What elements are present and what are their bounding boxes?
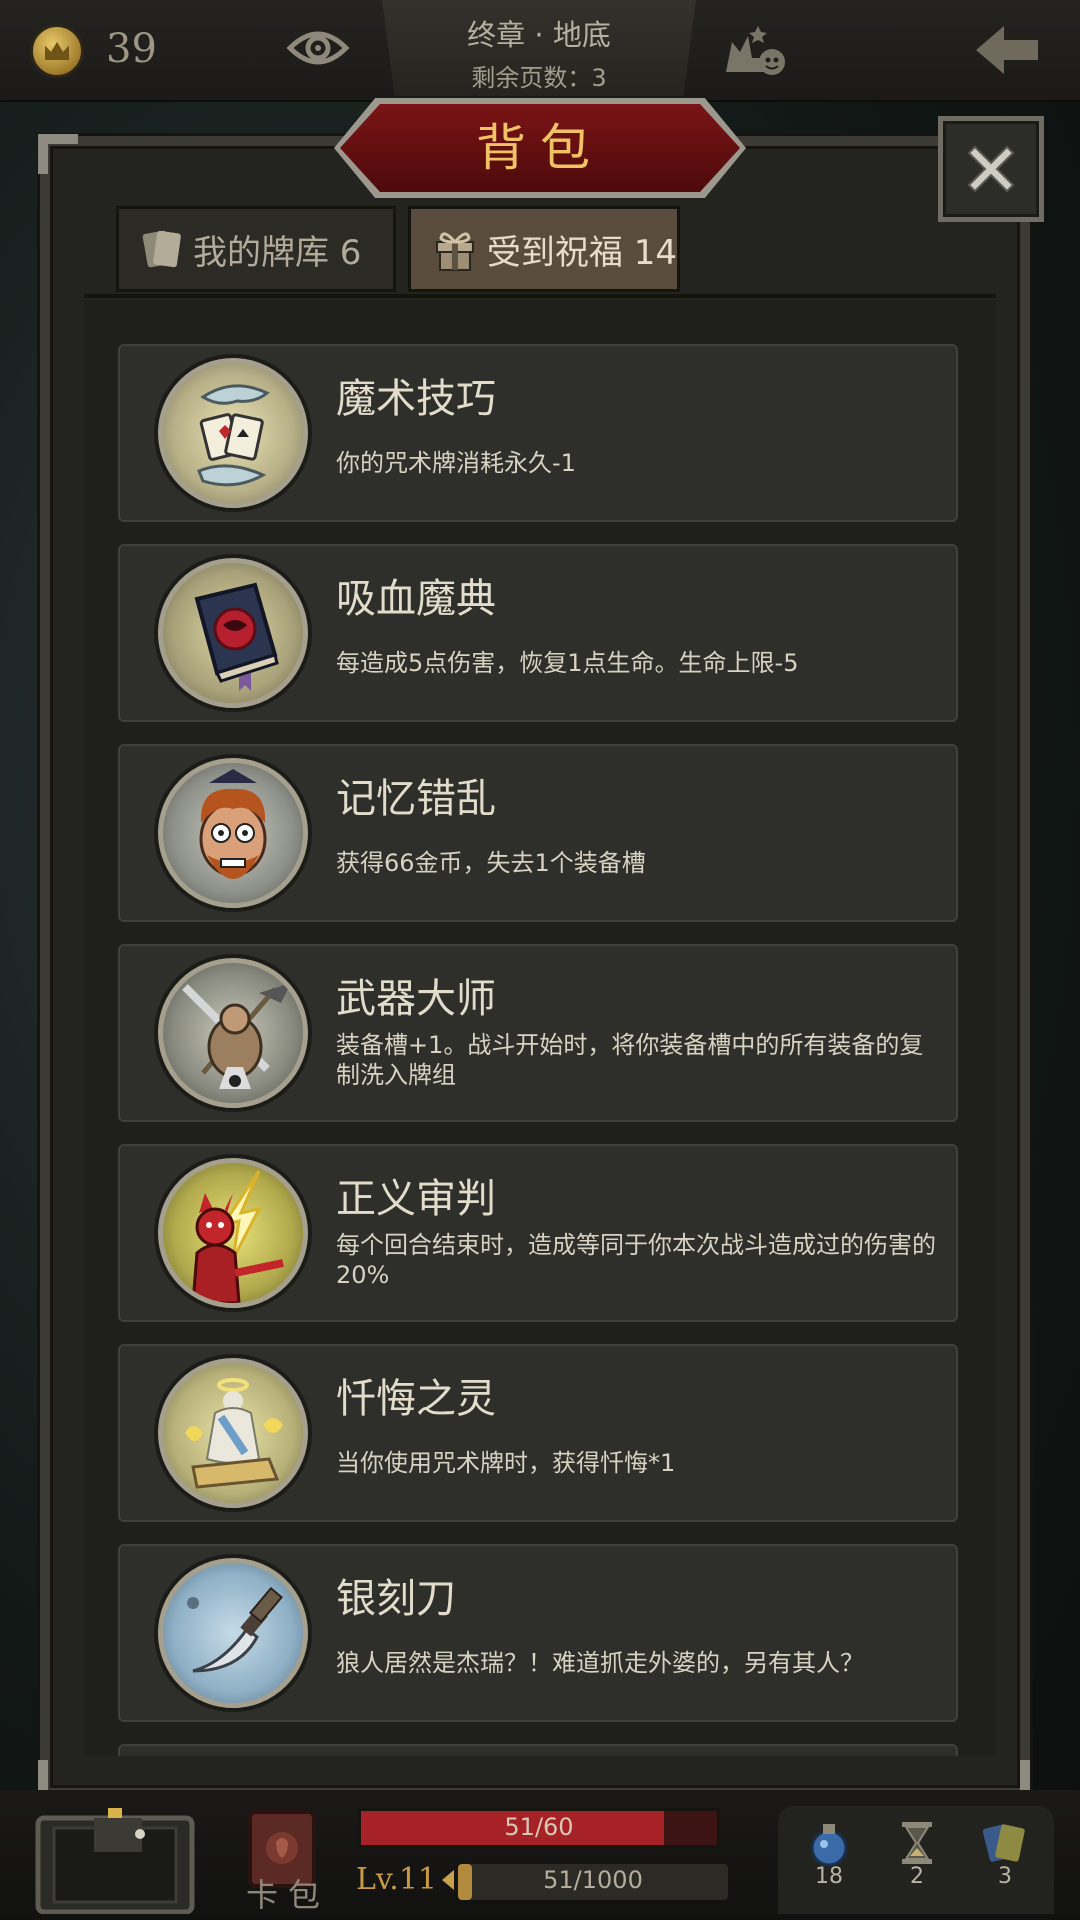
item-description: 狼人居然是杰瑞？！难道抓走外婆的，另有其人？: [336, 1649, 864, 1677]
coin-count: 39: [106, 26, 157, 72]
panel-title: 背包: [476, 119, 604, 177]
item-name: 记忆错乱: [336, 776, 496, 822]
red-demon-lightning-icon: [158, 1158, 308, 1308]
weapon-master-icon: [158, 958, 308, 1108]
item-name: 银刻刀: [336, 1576, 456, 1622]
list-item[interactable]: [118, 1744, 958, 1756]
list-item[interactable]: 魔术技巧 你的咒术牌消耗永久-1: [118, 344, 958, 522]
pages-remaining: 剩余页数：3: [471, 64, 607, 92]
hourglass-icon[interactable]: [892, 1818, 942, 1868]
health-bar: 51/60: [358, 1808, 720, 1848]
item-name: 正义审判: [336, 1176, 496, 1222]
chapter-info: 终章 · 地底 剩余页数：3: [382, 0, 696, 96]
vampire-tome-icon: [158, 558, 308, 708]
game-screen: 39 终章 · 地底 剩余页数：3 背包 我的牌库 6 受到祝福 14 魔术技巧…: [0, 0, 1080, 1920]
item-name: 武器大师: [336, 976, 496, 1022]
item-description: 每造成5点伤害，恢复1点生命。生命上限-5: [336, 649, 799, 677]
eye-icon[interactable]: [286, 24, 350, 72]
chest-icon[interactable]: [32, 1808, 198, 1914]
list-item[interactable]: 正义审判 每个回合结束时，造成等同于你本次战斗造成过的伤害的20%: [118, 1144, 958, 1322]
health-text: 51/60: [504, 1813, 574, 1841]
item-description: 当你使用咒术牌时，获得忏悔*1: [336, 1449, 676, 1477]
cards-icon: [142, 230, 181, 268]
angel-spirit-icon: [158, 1358, 308, 1508]
level-arrow-icon: [442, 1870, 454, 1890]
cat-pumpkin-map-icon[interactable]: [722, 18, 790, 78]
turn-count: 2: [910, 1864, 924, 1889]
experience-bar: 51/1000: [458, 1864, 728, 1900]
list-item[interactable]: 吸血魔典 每造成5点伤害，恢复1点生命。生命上限-5: [118, 544, 958, 722]
magic-hands-cards-icon: [158, 358, 308, 508]
item-description: 获得66金币，失去1个装备槽: [336, 849, 646, 877]
list-item[interactable]: 忏悔之灵 当你使用咒术牌时，获得忏悔*1: [118, 1344, 958, 1522]
list-item[interactable]: 武器大师 装备槽+1。战斗开始时，将你装备槽中的所有装备的复制洗入牌组: [118, 944, 958, 1122]
gift-icon: [435, 232, 474, 271]
close-icon: [967, 145, 1015, 193]
tab-my-deck[interactable]: 我的牌库 6: [116, 206, 396, 292]
silver-knife-icon: [158, 1558, 308, 1708]
top-bar: 39 终章 · 地底 剩余页数：3: [0, 0, 1080, 102]
tab-my-deck-label: 我的牌库 6: [193, 232, 362, 273]
blessing-list[interactable]: 魔术技巧 你的咒术牌消耗永久-1 吸血魔典 每造成5点伤害，恢复1点生命。生命上…: [84, 300, 996, 1756]
tab-strip: 我的牌库 6 受到祝福 14: [84, 206, 996, 298]
tab-blessings-label: 受到祝福 14: [486, 232, 677, 273]
potion-icon[interactable]: [804, 1818, 854, 1868]
card-pack-label: 卡包: [246, 1876, 331, 1914]
back-arrow-icon[interactable]: [972, 22, 1042, 78]
experience-text: 51/1000: [543, 1866, 643, 1894]
item-description: 装备槽+1。战斗开始时，将你装备槽中的所有装备的复制洗入牌组: [336, 1031, 924, 1089]
list-item[interactable]: 记忆错乱 获得66金币，失去1个装备槽: [118, 744, 958, 922]
item-name: 吸血魔典: [336, 576, 496, 622]
potion-count: 18: [815, 1864, 843, 1889]
cards-icon[interactable]: [980, 1818, 1030, 1868]
confused-man-icon: [158, 758, 308, 908]
chapter-title: 终章 · 地底: [467, 18, 611, 52]
list-item[interactable]: 银刻刀 狼人居然是杰瑞？！难道抓走外婆的，另有其人？: [118, 1544, 958, 1722]
card-count: 3: [998, 1864, 1012, 1889]
item-name: 忏悔之灵: [336, 1376, 496, 1422]
item-description: 每个回合结束时，造成等同于你本次战斗造成过的伤害的20%: [336, 1231, 936, 1289]
item-description: 你的咒术牌消耗永久-1: [336, 449, 576, 477]
level-label: Lv.11: [356, 1862, 438, 1897]
tab-blessings[interactable]: 受到祝福 14: [408, 206, 680, 292]
item-name: 魔术技巧: [336, 376, 496, 422]
crown-coin-icon: [30, 24, 84, 78]
